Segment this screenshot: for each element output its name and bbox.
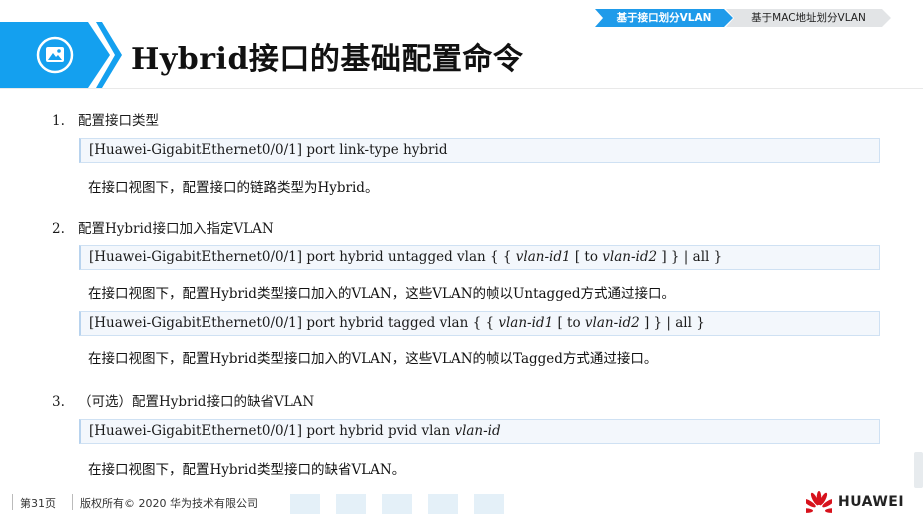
section-2-heading: 2. 配置Hybrid接口加入指定VLAN bbox=[52, 221, 274, 237]
brand-wordmark: HUAWEI bbox=[838, 494, 905, 510]
breadcrumb-item-interface-vlan[interactable]: 基于接口划分VLAN bbox=[595, 9, 733, 27]
command-description: 在接口视图下，配置Hybrid类型接口的缺省VLAN。 bbox=[88, 462, 406, 478]
page-number: 第31页 bbox=[20, 497, 56, 510]
page-title: Hybrid接口的基础配置命令 bbox=[131, 42, 524, 77]
breadcrumb-item-mac-vlan[interactable]: 基于MAC地址划分VLAN bbox=[726, 9, 891, 27]
footer-separator bbox=[12, 494, 13, 510]
title-divider bbox=[0, 88, 923, 89]
huawei-petal-logo bbox=[806, 491, 832, 513]
command-box-link-type: [Huawei-GigabitEthernet0/0/1] port link-… bbox=[79, 138, 880, 163]
command-description: 在接口视图下，配置Hybrid类型接口加入的VLAN，这些VLAN的帧以Tagg… bbox=[88, 351, 658, 367]
section-1-heading: 1. 配置接口类型 bbox=[52, 113, 159, 129]
scrollbar-thumb[interactable] bbox=[914, 452, 923, 488]
breadcrumb: 基于接口划分VLAN 基于MAC地址划分VLAN bbox=[595, 9, 891, 27]
section-3-heading: 3. （可选）配置Hybrid接口的缺省VLAN bbox=[52, 394, 315, 410]
command-description: 在接口视图下，配置Hybrid类型接口加入的VLAN，这些VLAN的帧以Unta… bbox=[88, 286, 675, 302]
footer-separator bbox=[72, 494, 73, 510]
command-box-tagged: [Huawei-GigabitEthernet0/0/1] port hybri… bbox=[79, 311, 880, 336]
command-description: 在接口视图下，配置接口的链路类型为Hybrid。 bbox=[88, 180, 379, 196]
command-box-untagged: [Huawei-GigabitEthernet0/0/1] port hybri… bbox=[79, 245, 880, 270]
copyright: 版权所有© 2020 华为技术有限公司 bbox=[80, 497, 258, 510]
image-icon bbox=[36, 36, 74, 74]
command-box-pvid: [Huawei-GigabitEthernet0/0/1] port hybri… bbox=[79, 419, 880, 444]
footer: 第31页 版权所有© 2020 华为技术有限公司 HUAWEI bbox=[0, 488, 923, 518]
